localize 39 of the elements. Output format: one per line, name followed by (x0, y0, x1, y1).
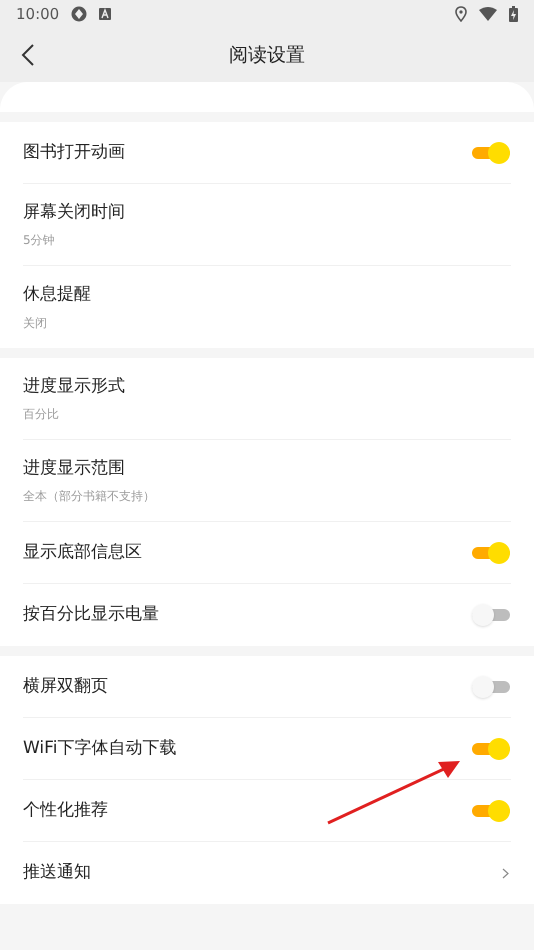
setting-label: 按百分比显示电量 (23, 603, 160, 626)
wifi-icon (479, 7, 497, 21)
settings-row[interactable]: 休息提醒 关闭 (23, 266, 511, 348)
page-title: 阅读设置 (229, 42, 305, 68)
setting-label: 进度显示形式 (23, 374, 126, 398)
setting-value: 5分钟 (23, 232, 56, 250)
status-time: 10:00 (16, 4, 60, 25)
setting-label: 个性化推荐 (23, 798, 109, 822)
settings-row[interactable]: 屏幕关闭时间 5分钟 (23, 184, 511, 266)
toggle-switch[interactable] (472, 676, 510, 698)
settings-row[interactable]: 进度显示形式 百分比 (23, 358, 511, 440)
chevron-icon (502, 868, 509, 878)
setting-label: 横屏双翻页 (23, 674, 109, 698)
toggle-switch[interactable] (472, 738, 510, 760)
setting-label: 休息提醒 (23, 283, 92, 306)
toggle-switch[interactable] (472, 800, 510, 822)
settings-row[interactable]: 图书打开动画 (23, 122, 511, 184)
settings-row[interactable]: 进度显示范围 全本（部分书籍不支持） (23, 440, 511, 522)
settings-row[interactable]: 推送通知 (23, 842, 511, 904)
settings-row[interactable]: 个性化推荐 (23, 780, 511, 842)
settings-row[interactable]: 按百分比显示电量 (23, 584, 511, 646)
font-icon (99, 8, 112, 20)
location-icon (455, 6, 467, 22)
setting-label: 图书打开动画 (23, 140, 126, 164)
setting-label: 推送通知 (23, 861, 92, 884)
setting-label: 显示底部信息区 (23, 540, 143, 564)
setting-value: 百分比 (23, 406, 60, 424)
settings-row[interactable]: 横屏双翻页 (23, 656, 511, 718)
toggle-switch[interactable] (472, 604, 510, 626)
toggle-switch[interactable] (472, 142, 510, 164)
toggle-switch[interactable] (472, 542, 510, 564)
setting-value: 全本（部分书籍不支持） (23, 488, 156, 506)
settings-row[interactable]: 显示底部信息区 (23, 522, 511, 584)
setting-label: 进度显示范围 (23, 456, 126, 480)
battery-icon (509, 6, 518, 22)
setting-value: 关闭 (23, 314, 48, 332)
back-icon[interactable] (21, 44, 35, 66)
setting-label: 屏幕关闭时间 (23, 200, 126, 224)
setting-label: WiFi下字体自动下载 (23, 736, 178, 760)
